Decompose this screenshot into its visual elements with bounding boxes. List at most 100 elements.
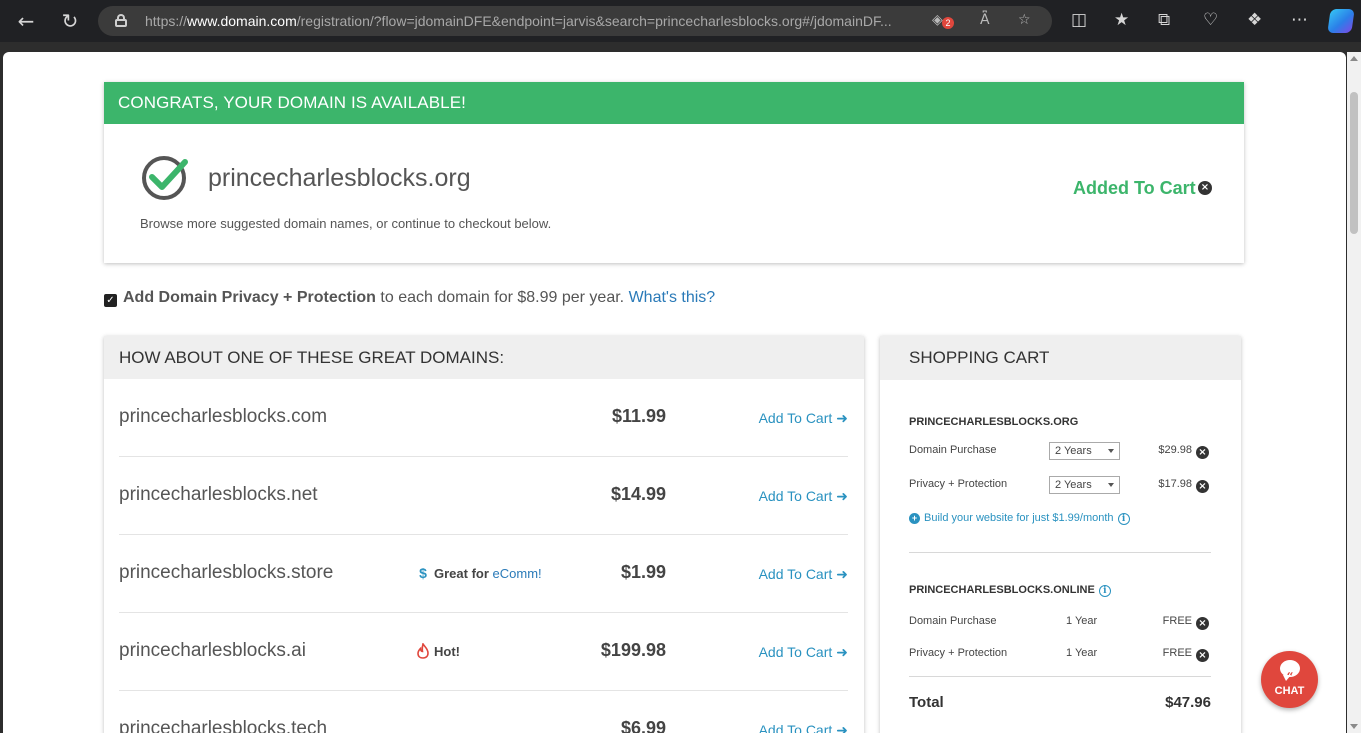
arrow-right-icon: ➜ <box>836 645 848 661</box>
divider <box>909 676 1211 677</box>
add-to-cart-button[interactable]: Add To Cart ➜ <box>759 566 848 583</box>
extensions-icon[interactable]: ❖ <box>1247 10 1262 30</box>
suggestion-price: $199.98 <box>600 640 666 660</box>
cart-item-term: 1 Year <box>1066 647 1098 659</box>
page-scrollbar[interactable] <box>1347 52 1361 733</box>
cart-item-amount: FREE <box>1162 615 1192 627</box>
cart-domain-online: PRINCECHARLESBLOCKS.ONLINE i <box>909 584 1111 597</box>
suggestion-domain: princecharlesblocks.net <box>119 484 318 505</box>
arrow-right-icon: ➜ <box>836 567 848 583</box>
shopping-cart-panel: SHOPPING CART PRINCECHARLESBLOCKS.ORG Do… <box>880 336 1241 733</box>
suggestion-price: $6.99 <box>620 718 666 733</box>
suggestion-price: $1.99 <box>620 562 666 582</box>
cart-item-amount: $29.98 <box>1158 444 1192 456</box>
cart-item-term: 1 Year <box>1066 615 1098 627</box>
scroll-up-icon[interactable] <box>1350 56 1358 61</box>
cart-item-amount: FREE <box>1162 647 1192 659</box>
chat-label: CHAT <box>1274 685 1305 697</box>
cart-item-label: Privacy + Protection <box>909 647 1008 659</box>
collections-icon[interactable]: ⧉ <box>1158 10 1170 30</box>
favorite-star-icon[interactable]: ☆ <box>1018 12 1031 28</box>
viewport: CONGRATS, YOUR DOMAIN IS AVAILABLE! prin… <box>0 42 1361 733</box>
suggestion-domain: princecharlesblocks.com <box>119 406 328 427</box>
read-aloud-icon[interactable]: A͆ <box>980 12 990 28</box>
suggestion-row: princecharlesblocks.tech $6.99 Add To Ca… <box>119 691 848 733</box>
privacy-price-text: to each domain for $8.99 per year. <box>375 289 629 306</box>
cart-item-label: Privacy + Protection <box>909 478 1008 490</box>
caret-down-icon <box>1108 483 1114 487</box>
term-select[interactable]: 2 Years <box>1049 476 1120 494</box>
tracker-count-badge: 2 <box>942 17 954 29</box>
chat-button[interactable]: “ CHAT <box>1261 651 1318 708</box>
copilot-icon[interactable] <box>1327 9 1355 33</box>
privacy-option: ✓ Add Domain Privacy + Protection to each… <box>104 289 715 307</box>
refresh-icon[interactable]: ↻ <box>57 8 83 34</box>
privacy-checkbox[interactable]: ✓ <box>104 294 117 307</box>
lock-icon[interactable] <box>115 14 127 27</box>
scroll-down-icon[interactable] <box>1350 724 1358 729</box>
arrow-right-icon: ➜ <box>836 723 848 733</box>
suggestion-domain: princecharlesblocks.ai <box>119 640 306 661</box>
suggestion-row: princecharlesblocks.store $ Great for eCo… <box>119 535 848 613</box>
suggested-domains-panel: HOW ABOUT ONE OF THESE GREAT DOMAINS: pr… <box>104 336 864 733</box>
cart-item-amount: $17.98 <box>1158 478 1192 490</box>
split-screen-icon[interactable]: ◫ <box>1071 10 1087 30</box>
tracking-prevention-icon[interactable]: ◈ <box>932 12 943 28</box>
suggestion-domain: princecharlesblocks.tech <box>119 718 328 733</box>
suggestion-price: $14.99 <box>610 484 666 504</box>
build-website-link[interactable]: + Build your website for just $1.99/month… <box>909 512 1130 525</box>
whats-this-link[interactable]: What's this? <box>629 289 716 306</box>
cart-item-label: Domain Purchase <box>909 615 997 627</box>
add-to-cart-label: Add To Cart <box>758 566 833 582</box>
add-to-cart-button[interactable]: Add To Cart ➜ <box>759 644 848 661</box>
cart-total-label: Total <box>909 694 944 711</box>
suggestion-row: princecharlesblocks.ai Hot! $199.98 Add … <box>119 613 848 691</box>
browser-essentials-icon[interactable]: ♡ <box>1203 10 1218 30</box>
dollar-icon: $ <box>419 565 427 581</box>
privacy-label: Add Domain Privacy + Protection <box>123 289 376 306</box>
suggested-domains-title: HOW ABOUT ONE OF THESE GREAT DOMAINS: <box>104 336 864 379</box>
remove-item-icon[interactable]: × <box>1196 617 1209 630</box>
flame-icon <box>417 643 429 659</box>
add-to-cart-label: Add To Cart <box>758 488 833 504</box>
address-bar[interactable]: https://www.domain.com/registration/?flo… <box>98 6 1052 36</box>
hot-tag: Hot! <box>416 643 460 659</box>
suggestion-domain: princecharlesblocks.store <box>119 562 334 583</box>
suggestion-row: princecharlesblocks.net $14.99 Add To Ca… <box>119 457 848 535</box>
scroll-thumb[interactable] <box>1350 92 1358 234</box>
availability-banner: CONGRATS, YOUR DOMAIN IS AVAILABLE! <box>104 82 1244 124</box>
add-to-cart-button[interactable]: Add To Cart ➜ <box>759 410 848 427</box>
cart-total-amount: $47.96 <box>1165 694 1211 711</box>
remove-from-cart-icon[interactable]: × <box>1198 181 1212 195</box>
remove-item-icon[interactable]: × <box>1196 649 1209 662</box>
searched-domain: princecharlesblocks.org <box>208 164 471 192</box>
browse-hint: Browse more suggested domain names, or c… <box>140 216 552 231</box>
added-to-cart-label: Added To Cart <box>1073 178 1196 198</box>
back-arrow-icon[interactable]: ← <box>13 8 39 34</box>
url-text[interactable]: https://www.domain.com/registration/?flo… <box>145 13 915 29</box>
arrow-right-icon: ➜ <box>836 411 848 427</box>
cart-item-label: Domain Purchase <box>909 444 997 456</box>
remove-item-icon[interactable]: × <box>1196 446 1209 459</box>
shopping-cart-title: SHOPPING CART <box>880 336 1241 380</box>
info-icon[interactable]: i <box>1117 513 1130 525</box>
info-icon[interactable]: i <box>1098 585 1111 597</box>
check-circle-icon <box>142 156 188 200</box>
ecomm-tag: $ Great for eComm! <box>416 565 542 581</box>
add-to-cart-label: Add To Cart <box>758 722 833 733</box>
page: CONGRATS, YOUR DOMAIN IS AVAILABLE! prin… <box>3 52 1346 733</box>
caret-down-icon <box>1108 449 1114 453</box>
plus-circle-icon: + <box>909 513 920 524</box>
chat-bubble-icon: “ <box>1280 660 1300 684</box>
add-to-cart-button[interactable]: Add To Cart ➜ <box>759 722 848 733</box>
add-to-cart-label: Add To Cart <box>758 644 833 660</box>
add-to-cart-button[interactable]: Add To Cart ➜ <box>759 488 848 505</box>
favorites-icon[interactable]: ★ <box>1114 10 1129 30</box>
browser-toolbar: ← ↻ https://www.domain.com/registration/… <box>0 0 1361 42</box>
term-select[interactable]: 2 Years <box>1049 442 1120 460</box>
availability-card: CONGRATS, YOUR DOMAIN IS AVAILABLE! prin… <box>104 82 1244 263</box>
remove-item-icon[interactable]: × <box>1196 480 1209 493</box>
divider <box>909 552 1211 553</box>
suggestion-price: $11.99 <box>611 406 666 426</box>
more-menu-icon[interactable]: ⋯ <box>1291 10 1308 30</box>
